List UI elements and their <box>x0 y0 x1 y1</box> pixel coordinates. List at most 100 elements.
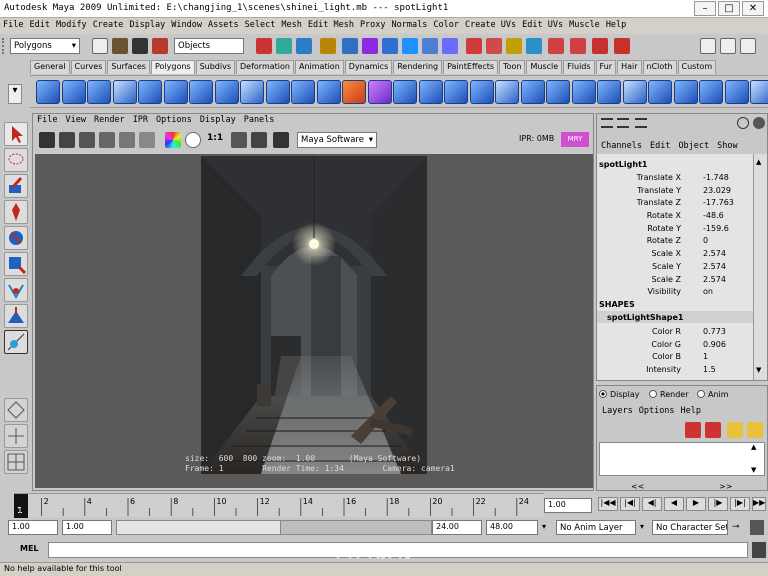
merge-icon[interactable] <box>520 80 545 104</box>
anim-layer-dropdown-icon[interactable]: ▾ <box>542 522 546 531</box>
channel-box-icon[interactable] <box>740 38 756 54</box>
keep-image-icon[interactable] <box>119 132 135 148</box>
bevel-icon[interactable] <box>724 80 749 104</box>
shelf-tab-subdivs[interactable]: Subdivs <box>195 60 236 74</box>
channel-row[interactable]: Visibility on <box>597 286 753 299</box>
play-backward-button[interactable]: ◀ <box>664 497 684 511</box>
create-empty-layer-icon[interactable] <box>705 422 721 438</box>
mask-icon[interactable] <box>276 38 292 54</box>
shelf-tab-custom[interactable]: Custom <box>677 60 717 74</box>
snap-plane-icon[interactable] <box>402 38 418 54</box>
channel-row[interactable]: Scale X 2.574 <box>597 248 753 261</box>
maximize-button[interactable]: □ <box>718 1 740 16</box>
channel-value[interactable]: -1.748 <box>703 172 729 185</box>
rotate-tool-icon[interactable] <box>4 226 28 250</box>
lock-icon[interactable] <box>737 117 749 129</box>
channel-control-icon[interactable] <box>753 117 765 129</box>
snap-point-icon[interactable] <box>382 38 398 54</box>
channel-value[interactable]: 0.773 <box>703 326 726 339</box>
snapshot-icon[interactable] <box>79 132 95 148</box>
insert-edge-icon[interactable] <box>571 80 596 104</box>
menuset-select[interactable]: Polygons ▾ <box>10 38 80 54</box>
real-size-label[interactable]: 1:1 <box>207 133 223 143</box>
layer-scroll-up-icon[interactable]: ▲ <box>751 443 756 451</box>
pyramid-icon[interactable] <box>214 80 239 104</box>
cube-icon[interactable] <box>61 80 86 104</box>
collapse-icon[interactable] <box>750 80 768 104</box>
bridge-icon[interactable] <box>622 80 647 104</box>
view-menu-file[interactable]: File <box>33 114 61 126</box>
layout-four-icon[interactable] <box>4 424 28 448</box>
channel-value[interactable]: 2.574 <box>703 248 726 261</box>
hypershade-icon[interactable] <box>526 38 542 54</box>
shelf-tab-rendering[interactable]: Rendering <box>393 60 443 74</box>
layer-mode-display[interactable]: Display <box>599 390 640 399</box>
channel-row[interactable]: Color B 1 <box>597 351 753 364</box>
ipr-render-icon[interactable] <box>486 38 502 54</box>
channel-value[interactable]: 1.5 <box>703 364 716 377</box>
shelf-tab-dynamics[interactable]: Dynamics <box>344 60 393 74</box>
tool-settings-icon[interactable] <box>720 38 736 54</box>
helix-icon[interactable] <box>265 80 290 104</box>
channel-row[interactable]: Translate Z -17.763 <box>597 197 753 210</box>
view-menu-render[interactable]: Render <box>90 114 129 126</box>
shelf-tab-fluids[interactable]: Fluids <box>563 60 595 74</box>
channel-value[interactable]: 2.574 <box>703 261 726 274</box>
rgb-channel-icon[interactable] <box>165 132 181 148</box>
render-icon[interactable] <box>466 38 482 54</box>
layer-menu-help[interactable]: Help <box>678 406 704 416</box>
layer-editor-tab-icon[interactable] <box>617 118 629 128</box>
channel-row[interactable]: Color R 0.773 <box>597 326 753 339</box>
menu-mesh[interactable]: Mesh <box>278 18 304 32</box>
character-set-select[interactable]: No Character Set <box>652 520 728 535</box>
renderer-select[interactable]: Maya Software ▾ <box>297 132 377 148</box>
menu-edit[interactable]: Edit <box>26 18 52 32</box>
paint-select-tool-icon[interactable] <box>4 174 28 198</box>
channel-row[interactable]: Scale Z 2.574 <box>597 274 753 287</box>
ipr-icon[interactable] <box>59 132 75 148</box>
channel-row[interactable]: Rotate X -48.6 <box>597 210 753 223</box>
wedge-icon[interactable] <box>673 80 698 104</box>
channel-scrollbar[interactable]: ▲ ▼ <box>753 154 767 380</box>
channel-menu-channels[interactable]: Channels <box>597 140 646 152</box>
menu-select[interactable]: Select <box>242 18 279 32</box>
step-back-key-button[interactable]: |◀| <box>620 497 640 511</box>
anim-layer-select[interactable]: No Anim Layer <box>556 520 636 535</box>
channel-menu-object[interactable]: Object <box>674 140 713 152</box>
minimize-button[interactable]: – <box>694 1 716 16</box>
snap-curve-icon[interactable] <box>362 38 378 54</box>
render-globals-icon[interactable] <box>506 38 522 54</box>
shelf-tab-painteffects[interactable]: PaintEffects <box>443 60 499 74</box>
channel-value[interactable]: -159.6 <box>703 223 729 236</box>
menu-normals[interactable]: Normals <box>389 18 431 32</box>
character-dropdown-icon[interactable]: ▾ <box>640 522 644 531</box>
attribute-editor-icon[interactable] <box>700 38 716 54</box>
cone-icon[interactable] <box>112 80 137 104</box>
menu-help[interactable]: Help <box>603 18 629 32</box>
display-options-icon[interactable] <box>231 132 247 148</box>
menu-display[interactable]: Display <box>126 18 168 32</box>
layer-list[interactable] <box>599 442 765 476</box>
render-region-icon[interactable] <box>99 132 115 148</box>
render-settings-icon[interactable] <box>273 132 289 148</box>
menu-file[interactable]: File <box>0 18 26 32</box>
magnet-icon[interactable] <box>548 38 564 54</box>
script-editor-icon[interactable] <box>752 542 766 558</box>
step-forward-key-button[interactable]: |▶| <box>730 497 750 511</box>
scroll-down-icon[interactable]: ▼ <box>756 366 761 374</box>
current-time-field[interactable]: 1.00 <box>544 498 592 513</box>
channel-value[interactable]: 1 <box>703 351 708 364</box>
layout-single-icon[interactable] <box>4 398 28 422</box>
sphere-icon[interactable] <box>36 80 60 104</box>
shelf-tab-polygons[interactable]: Polygons <box>150 60 195 74</box>
torus-icon[interactable] <box>163 80 188 104</box>
plane-icon[interactable] <box>138 80 162 104</box>
scroll-right-button[interactable]: >> <box>719 482 732 491</box>
scroll-left-button[interactable]: << <box>631 482 644 491</box>
view-menu-ipr[interactable]: IPR <box>129 114 152 126</box>
poke-icon[interactable] <box>699 80 723 104</box>
radio-icon[interactable] <box>649 390 657 398</box>
average-icon[interactable] <box>469 80 494 104</box>
menu-muscle[interactable]: Muscle <box>566 18 603 32</box>
shelf-tab-muscle[interactable]: Muscle <box>526 60 563 74</box>
